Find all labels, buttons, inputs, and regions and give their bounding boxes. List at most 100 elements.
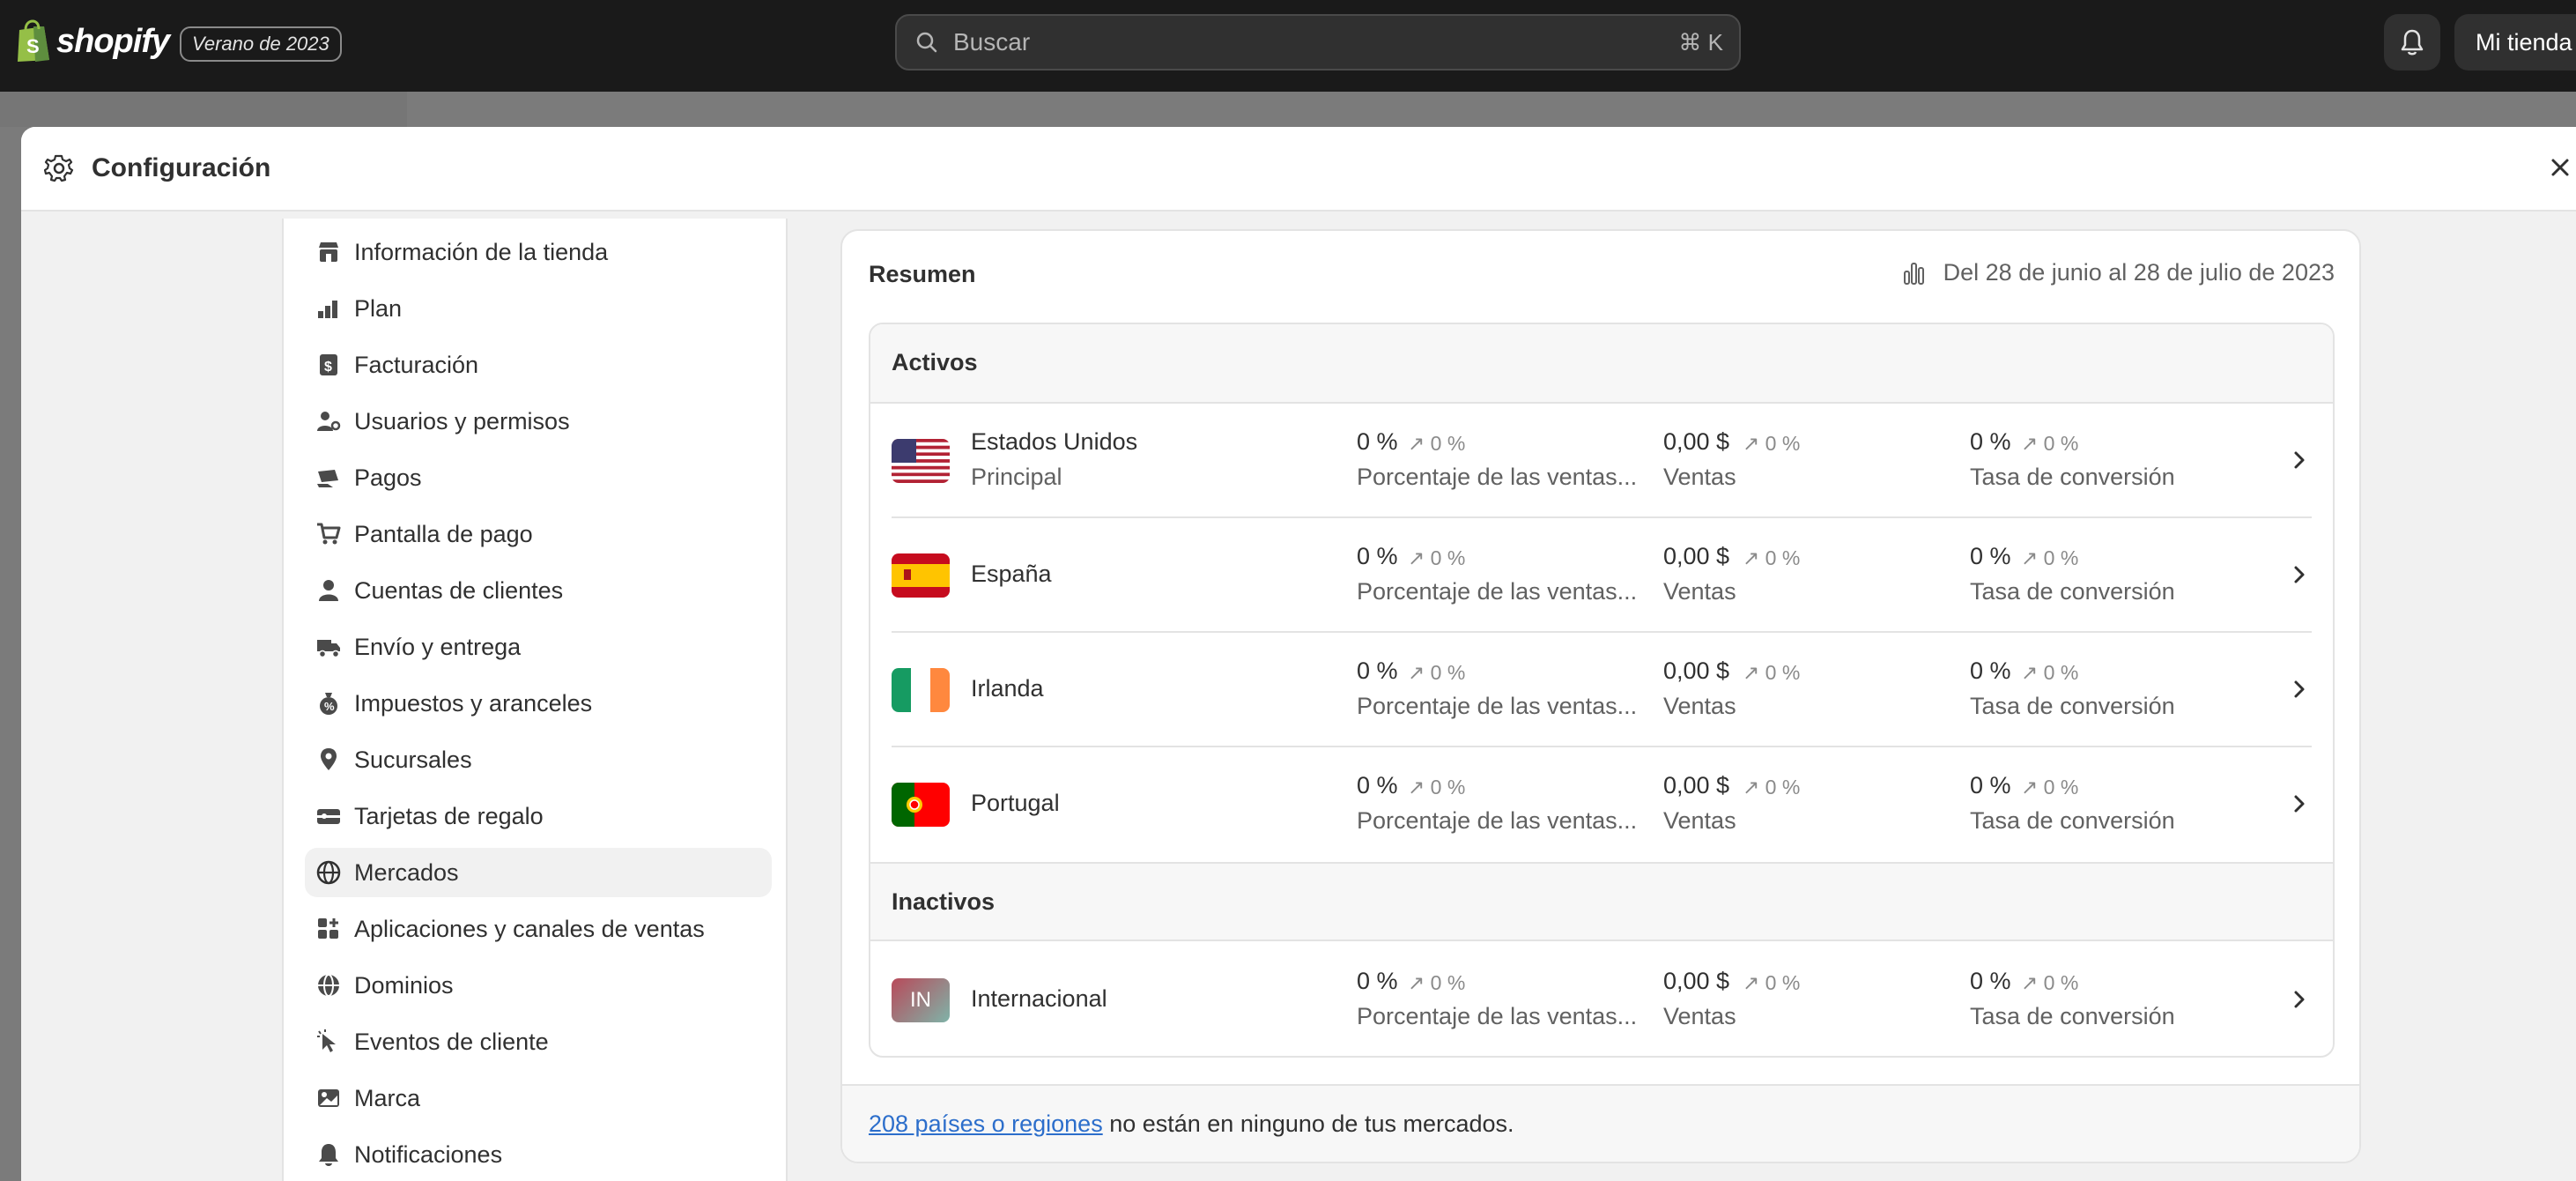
store-icon: [319, 242, 338, 262]
sales-share-value: 0 %: [1357, 428, 1398, 455]
market-name: Irlanda: [971, 675, 1044, 702]
sales-trend: ↗ 0 %: [1743, 776, 1801, 798]
billing-icon: $: [320, 354, 337, 375]
store-menu-button[interactable]: Mi tienda: [2454, 14, 2576, 71]
apps-icon: [318, 918, 338, 939]
sidebar-item-apps[interactable]: Aplicaciones y canales de ventas: [305, 904, 772, 954]
top-bar: S shopify Verano de 2023 Buscar ⌘ K Mi t…: [0, 0, 2576, 92]
conversion-label: Tasa de conversión: [1970, 1003, 2175, 1029]
conversion-trend: ↗ 0 %: [2021, 546, 2079, 569]
person-icon: [319, 580, 338, 601]
sidebar-item-label: Información de la tienda: [354, 238, 609, 265]
card-footer: 208 países o regiones no están en ningun…: [842, 1084, 2359, 1162]
chevron-right-icon: [2294, 566, 2305, 583]
sidebar-item-label: Pantalla de pago: [354, 520, 533, 547]
sidebar-item-label: Eventos de cliente: [354, 1028, 549, 1055]
sidebar-item-tax[interactable]: % Impuestos y aranceles: [305, 679, 772, 728]
sidebar-item-gift-card[interactable]: Tarjetas de regalo: [305, 791, 772, 841]
chevron-right-icon: [2294, 991, 2305, 1008]
tax-icon: %: [320, 693, 337, 715]
settings-sidebar: Información de la tienda Plan $ Facturación…: [282, 219, 788, 1181]
date-range-text: Del 28 de junio al 28 de julio de 2023: [1943, 259, 2335, 286]
sidebar-item-cursor[interactable]: Eventos de cliente: [305, 1017, 772, 1066]
sidebar-item-truck[interactable]: Envío y entrega: [305, 622, 772, 672]
users-icon: [317, 412, 341, 431]
sidebar-item-label: Cuentas de clientes: [354, 576, 564, 604]
market-row[interactable]: España 0 % ↗ 0 % Porcentaje de las ventas..…: [870, 518, 2333, 633]
sidebar-item-label: Notificaciones: [354, 1140, 503, 1168]
search-shortcut: ⌘ K: [1678, 28, 1723, 56]
sales-share-label: Porcentaje de las ventas...: [1357, 1003, 1638, 1029]
market-row[interactable]: Estados Unidos Principal 0 % ↗ 0 % Porcentaj…: [870, 404, 2333, 518]
sidebar-item-plan[interactable]: Plan: [305, 284, 772, 333]
sidebar-item-payments[interactable]: Pagos: [305, 453, 772, 502]
market-row[interactable]: Portugal 0 % ↗ 0 % Porcentaje de las ventas…: [870, 747, 2333, 862]
sales-label: Ventas: [1663, 807, 1736, 834]
sidebar-item-billing[interactable]: $ Facturación: [305, 340, 772, 390]
search-placeholder: Buscar: [953, 28, 1031, 56]
sidebar-item-label: Usuarios y permisos: [354, 407, 570, 435]
conversion-label: Tasa de conversión: [1970, 693, 2175, 719]
notifications-button[interactable]: [2384, 14, 2440, 71]
market-row[interactable]: Irlanda 0 % ↗ 0 % Porcentaje de las ventas.…: [870, 633, 2333, 747]
conversion-value: 0 %: [1970, 657, 2011, 684]
location-icon: [321, 748, 337, 770]
sidebar-item-globe[interactable]: Mercados: [305, 848, 772, 897]
markets-summary-card: Resumen Del 28 de junio al 28 de julio d…: [840, 229, 2361, 1163]
shopify-logo[interactable]: S shopify: [14, 19, 170, 63]
gear-icon: [44, 154, 74, 182]
sidebar-item-cart[interactable]: Pantalla de pago: [305, 509, 772, 559]
close-icon[interactable]: [2546, 153, 2574, 182]
card-title: Resumen: [869, 261, 976, 287]
edition-badge[interactable]: Verano de 2023: [180, 26, 342, 62]
market-name: Portugal: [971, 790, 1060, 816]
sidebar-item-person[interactable]: Cuentas de clientes: [305, 566, 772, 615]
market-avatar: IN: [892, 978, 950, 1022]
sidebar-item-brand[interactable]: Marca: [305, 1073, 772, 1123]
truck-icon: [317, 640, 340, 658]
sales-share-label: Porcentaje de las ventas...: [1357, 693, 1638, 719]
sidebar-item-bell[interactable]: Notificaciones: [305, 1130, 772, 1179]
chevron-right-icon: [2294, 680, 2305, 698]
conversion-label: Tasa de conversión: [1970, 807, 2175, 834]
sales-trend: ↗ 0 %: [1743, 661, 1801, 684]
sales-share-trend: ↗ 0 %: [1408, 776, 1466, 798]
svg-text:S: S: [26, 35, 40, 57]
sidebar-item-label: Aplicaciones y canales de ventas: [354, 915, 705, 942]
sales-value: 0,00 $: [1663, 428, 1730, 455]
bell-icon: [319, 1144, 338, 1166]
footer-text: 208 países o regiones no están en ningun…: [869, 1110, 1514, 1138]
sidebar-item-label: Tarjetas de regalo: [354, 802, 544, 829]
sidebar-item-location[interactable]: Sucursales: [305, 735, 772, 784]
market-row[interactable]: IN Internacional 0 % ↗ 0 % Porcentaje de las…: [870, 943, 2333, 1056]
market-name: Estados Unidos: [971, 428, 1138, 455]
flag-pt-icon: [892, 783, 950, 827]
conversion-value: 0 %: [1970, 428, 2011, 455]
chevron-right-icon: [2294, 795, 2305, 813]
modal-header: Configuración: [21, 127, 2576, 212]
chart-bar-icon: [1903, 262, 1924, 285]
sidebar-item-label: Sucursales: [354, 746, 472, 773]
sidebar-item-users[interactable]: Usuarios y permisos: [305, 397, 772, 446]
sales-share-label: Porcentaje de las ventas...: [1357, 464, 1638, 490]
search-input[interactable]: Buscar ⌘ K: [895, 14, 1741, 71]
date-range[interactable]: Del 28 de junio al 28 de julio de 2023: [1903, 259, 2335, 286]
sidebar-item-label: Impuestos y aranceles: [354, 689, 593, 717]
sales-share-trend: ↗ 0 %: [1408, 546, 1466, 569]
sales-share-value: 0 %: [1357, 968, 1398, 994]
unassigned-regions-link[interactable]: 208 países o regiones: [869, 1110, 1103, 1137]
sidebar-item-label: Marca: [354, 1084, 421, 1111]
sidebar-item-label: Plan: [354, 294, 403, 322]
brand-name: shopify: [56, 22, 170, 60]
sidebar-item-domains[interactable]: Dominios: [305, 961, 772, 1010]
sales-label: Ventas: [1663, 578, 1736, 605]
sidebar-item-store[interactable]: Información de la tienda: [305, 227, 772, 277]
modal-title: Configuración: [92, 153, 271, 182]
flag-ie-icon: [892, 668, 950, 712]
plan-icon: [318, 301, 337, 318]
conversion-label: Tasa de conversión: [1970, 578, 2175, 605]
conversion-trend: ↗ 0 %: [2021, 971, 2079, 994]
settings-modal: Configuración Información de la tienda Pl…: [21, 127, 2576, 1181]
payments-icon: [317, 470, 338, 487]
sidebar-item-label: Facturación: [354, 351, 479, 378]
